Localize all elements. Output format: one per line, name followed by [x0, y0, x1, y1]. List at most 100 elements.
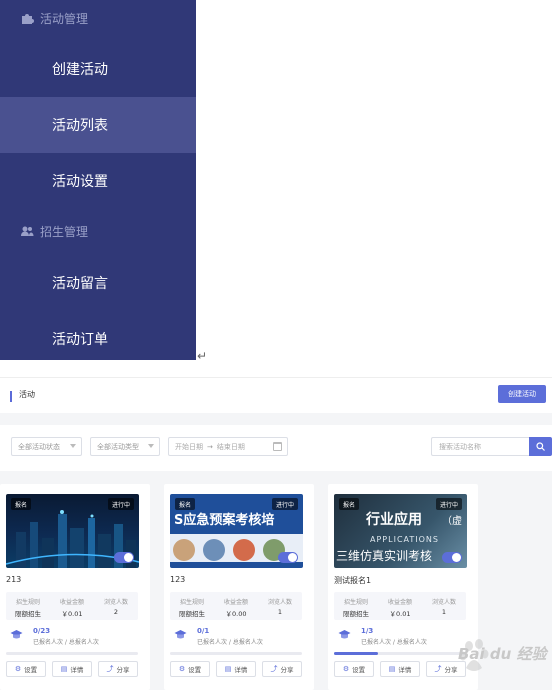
- enroll-progress: [6, 652, 138, 655]
- enroll-desc: 已报名人次 / 总报名人次: [361, 639, 427, 646]
- graduation-cap-icon: [174, 630, 187, 639]
- calendar-icon: [273, 442, 282, 451]
- settings-button[interactable]: ⚙ 设置: [334, 661, 374, 677]
- title-accent-bar: [10, 391, 12, 402]
- stat-rule: 招生规则 限额招生: [15, 599, 41, 618]
- divider-band: [0, 413, 552, 425]
- share-button[interactable]: ⤴ 分享: [98, 661, 138, 677]
- progress-fill: [334, 652, 378, 655]
- sidebar-group-activity[interactable]: 活动管理: [0, 0, 196, 36]
- detail-button[interactable]: ▤ 详情: [52, 661, 92, 677]
- search-placeholder: 搜索活动名称: [439, 442, 481, 451]
- stat-views: 浏览人数 2: [103, 599, 128, 616]
- svg-text:行业应用: 行业应用: [365, 511, 422, 528]
- enroll-count: 1/3: [361, 627, 374, 635]
- enroll-progress: [170, 652, 302, 655]
- share-icon: ⤴: [270, 665, 278, 673]
- card-title: 测试报名1: [334, 576, 372, 585]
- enroll-count: 0/23: [33, 627, 51, 635]
- sidebar-item-label: 活动留言: [52, 276, 108, 292]
- search-icon: [536, 442, 545, 451]
- enroll-count: 0/1: [197, 627, 210, 635]
- card-actions: ⚙ 设置 ▤ 详情 ⤴ 分享: [6, 661, 138, 677]
- activity-card[interactable]: S应急预案考核培 报名 进行中 123 招生规则 限额招生 收益金额 ￥0.00 浏…: [164, 484, 314, 690]
- enroll-desc: 已报名人次 / 总报名人次: [197, 639, 263, 646]
- sidebar-item-list[interactable]: 活动列表: [0, 97, 196, 153]
- stat-revenue: 收益金额 ￥0.01: [59, 599, 84, 618]
- card-title: 213: [6, 575, 22, 584]
- type-tag: 报名: [175, 498, 196, 510]
- chevron-down-icon: [148, 444, 154, 448]
- stat-views: 浏览人数 1: [267, 599, 292, 616]
- settings-button[interactable]: ⚙ 设置: [6, 661, 46, 677]
- sidebar-group-label: 招生管理: [40, 224, 89, 239]
- filter-bar: 全部活动状态 全部活动类型 开始日期 → 结束日期 搜索活动名称: [0, 425, 552, 471]
- sidebar-group-label: 活动管理: [40, 11, 89, 26]
- gear-icon: ⚙: [14, 665, 22, 673]
- enroll-info: 0/1 已报名人次 / 总报名人次: [170, 625, 302, 649]
- sidebar: 活动管理 创建活动 活动列表 活动设置 招生管理 活动留言 活动订单: [0, 0, 196, 360]
- gear-icon: ⚙: [342, 665, 350, 673]
- end-date-input[interactable]: 结束日期: [217, 442, 245, 452]
- type-select[interactable]: 全部活动类型: [90, 437, 160, 456]
- card-thumbnail: 报名 进行中: [6, 494, 139, 568]
- sidebar-item-messages[interactable]: 活动留言: [0, 255, 196, 311]
- sidebar-item-label: 活动列表: [52, 118, 108, 134]
- date-range-picker[interactable]: 开始日期 → 结束日期: [168, 437, 288, 456]
- type-select-value: 全部活动类型: [97, 442, 139, 451]
- stat-revenue: 收益金额 ￥0.01: [387, 599, 412, 618]
- status-badge: 进行中: [107, 498, 134, 510]
- status-select[interactable]: 全部活动状态: [11, 437, 82, 456]
- card-actions: ⚙ 设置 ▤ 详情 ⤴ 分享: [170, 661, 302, 677]
- publish-toggle[interactable]: [442, 552, 462, 563]
- share-button[interactable]: ⤴ 分享: [262, 661, 302, 677]
- stat-revenue: 收益金额 ￥0.00: [223, 599, 248, 618]
- publish-toggle[interactable]: [114, 552, 134, 563]
- svg-text:三维仿真实训考核: 三维仿真实训考核: [336, 548, 432, 563]
- publish-toggle[interactable]: [278, 552, 298, 563]
- settings-button[interactable]: ⚙ 设置: [170, 661, 210, 677]
- type-tag: 报名: [339, 498, 360, 510]
- baidu-watermark: Bai du 经验: [458, 645, 547, 663]
- enroll-desc: 已报名人次 / 总报名人次: [33, 639, 99, 646]
- start-date-input[interactable]: 开始日期: [175, 442, 203, 452]
- graduation-cap-icon: [10, 630, 23, 639]
- status-badge: 进行中: [271, 498, 298, 510]
- card-stats: 招生规则 限额招生 收益金额 ￥0.00 浏览人数 1: [170, 592, 302, 620]
- sidebar-group-enroll[interactable]: 招生管理: [0, 213, 196, 249]
- share-icon: ⤴: [106, 665, 114, 673]
- document-icon: ▤: [388, 665, 396, 673]
- enroll-info: 0/23 已报名人次 / 总报名人次: [6, 625, 138, 649]
- create-activity-button[interactable]: 创建活动: [498, 385, 546, 403]
- status-badge: 进行中: [435, 498, 462, 510]
- status-select-value: 全部活动状态: [18, 442, 60, 451]
- chevron-down-icon: [70, 444, 76, 448]
- card-stats: 招生规则 限额招生 收益金额 ￥0.01 浏览人数 1: [334, 592, 466, 620]
- card-title: 123: [170, 575, 186, 584]
- search-input[interactable]: 搜索活动名称: [431, 437, 529, 456]
- card-stats: 招生规则 限额招生 收益金额 ￥0.01 浏览人数 2: [6, 592, 138, 620]
- document-icon: ▤: [224, 665, 232, 673]
- card-thumbnail: 行业应用 （虚 APPLICATIONS 三维仿真实训考核 报名 进行中: [334, 494, 467, 568]
- gear-icon: ⚙: [178, 665, 186, 673]
- activity-card[interactable]: 报名 进行中 213 招生规则 限额招生 收益金额 ￥0.01 浏览人数 2 0/23…: [0, 484, 150, 690]
- detail-button[interactable]: ▤ 详情: [216, 661, 256, 677]
- search-button[interactable]: [529, 437, 552, 456]
- puzzle-icon: [22, 14, 34, 24]
- stat-views: 浏览人数 1: [431, 599, 456, 616]
- type-tag: 报名: [11, 498, 32, 510]
- card-thumbnail: S应急预案考核培 报名 进行中: [170, 494, 303, 568]
- page-header: 活动: [0, 377, 552, 413]
- users-icon: [21, 226, 34, 236]
- document-icon: ▤: [60, 665, 68, 673]
- sidebar-item-label: 创建活动: [52, 62, 108, 78]
- sidebar-item-label: 活动订单: [52, 332, 108, 348]
- detail-button[interactable]: ▤ 详情: [380, 661, 420, 677]
- page-title: 活动: [19, 390, 35, 399]
- sidebar-item-create[interactable]: 创建活动: [0, 41, 196, 97]
- graduation-cap-icon: [338, 630, 351, 639]
- svg-text:S应急预案考核培: S应急预案考核培: [174, 512, 274, 528]
- sidebar-item-settings[interactable]: 活动设置: [0, 153, 196, 209]
- sidebar-item-orders[interactable]: 活动订单: [0, 311, 196, 367]
- range-arrow: →: [207, 442, 213, 451]
